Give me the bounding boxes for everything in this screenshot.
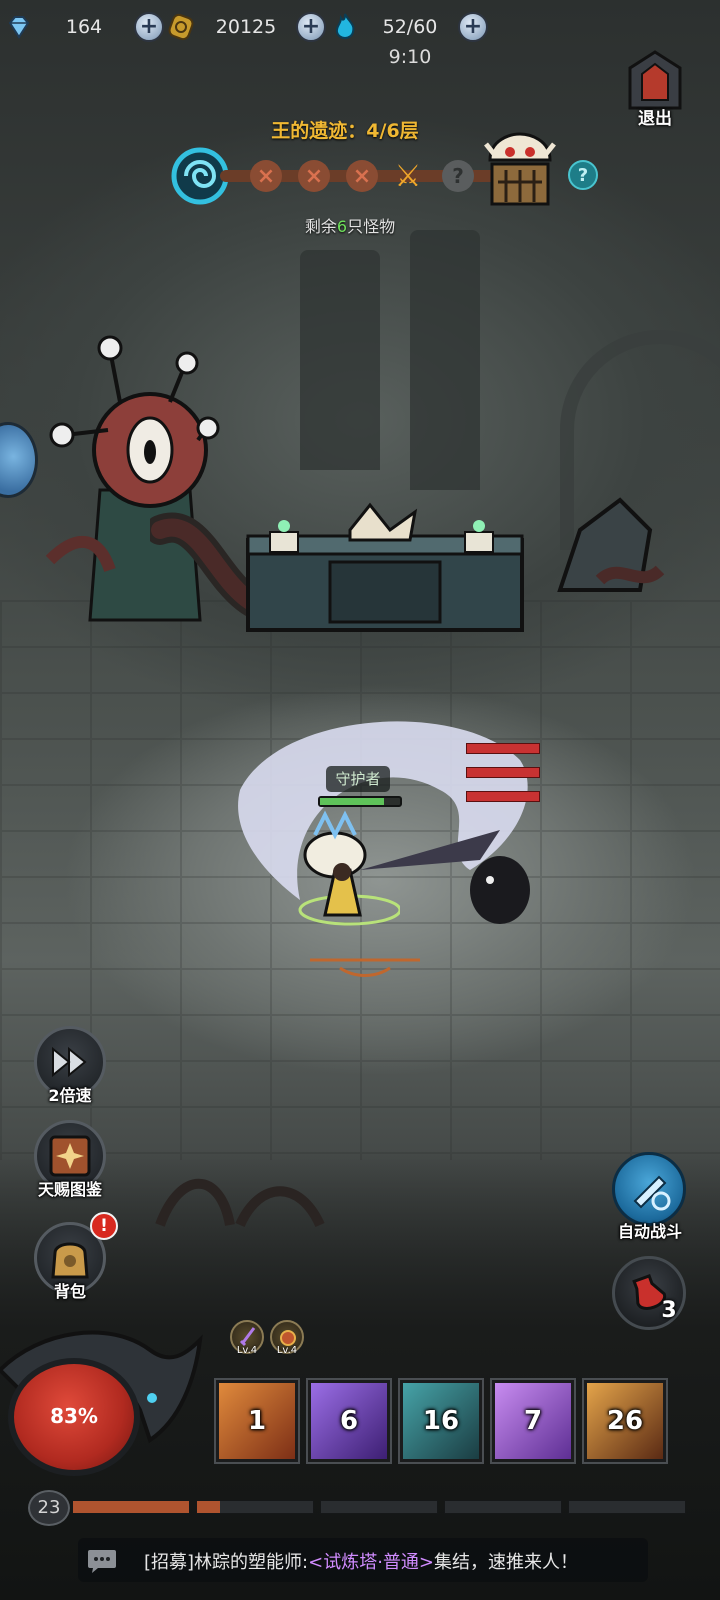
skill-cooldown: 6 — [339, 1406, 359, 1436]
enemy-health-bar — [466, 791, 540, 802]
xp-segment — [72, 1500, 190, 1514]
floor-node-locked: ? — [442, 160, 474, 192]
ruin-pillar — [300, 250, 380, 470]
xp-segment — [196, 1500, 314, 1514]
skill-bar: 1 6 16 7 26 — [214, 1378, 676, 1466]
floor-progress: × × × ⚔ ? ? — [170, 132, 600, 214]
help-button[interactable]: ? — [568, 160, 598, 190]
skill-cooldown: 1 — [247, 1406, 267, 1436]
skill-slot-5[interactable]: 26 — [582, 1378, 668, 1464]
auto-battle-label: 自动战斗 — [617, 1222, 682, 1241]
add-gold-button[interactable]: + — [296, 12, 326, 42]
chat-bubble-icon — [88, 1550, 116, 1573]
gold-counter: 20125 — [166, 10, 296, 44]
skill-slot-1[interactable]: 1 — [214, 1378, 300, 1464]
speed-label: 2倍速 — [48, 1086, 92, 1105]
auto-battle-icon — [633, 1175, 671, 1211]
skill-slot-3[interactable]: 16 — [398, 1378, 484, 1464]
health-percent: 83% — [50, 1404, 98, 1428]
exit-button[interactable]: 退出 — [620, 50, 690, 132]
floor-rune — [310, 958, 420, 977]
energy-value: 52/60 — [382, 16, 438, 38]
exit-label: 退出 — [638, 109, 672, 129]
add-energy-button[interactable]: + — [458, 12, 488, 42]
add-gems-button[interactable]: + — [134, 12, 164, 42]
blue-flame-icon — [330, 12, 360, 42]
chat-highlight: <试炼塔·普通> — [308, 1552, 434, 1573]
codex-label: 天赐图鉴 — [37, 1180, 102, 1199]
remaining-monsters: 剩余6只怪物 — [270, 213, 430, 237]
player-level: 23 — [28, 1490, 70, 1526]
xp-segment-fill — [73, 1501, 189, 1513]
gem-icon — [4, 12, 34, 42]
skill-cooldown: 7 — [523, 1406, 543, 1436]
skill-cooldown: 26 — [606, 1406, 644, 1436]
floor-node-current: ⚔ — [394, 158, 422, 194]
gem-counter: 164 — [4, 10, 134, 44]
bag-label: 背包 — [53, 1282, 86, 1301]
energy-counter: 52/60 — [330, 10, 460, 44]
resource-bar: 164 + 20125 + 52/60 + — [0, 0, 720, 56]
xp-segment — [568, 1500, 686, 1514]
exit-door-icon — [628, 50, 682, 110]
gem-value: 164 — [65, 16, 103, 38]
remaining-suffix: 只怪物 — [347, 217, 396, 236]
chat-suffix: 集结，速推来人！ — [434, 1552, 578, 1573]
shadow-enemy — [470, 856, 530, 924]
floor-node-cleared: × — [298, 160, 330, 192]
passive-level: Lv.4 — [276, 1345, 298, 1356]
skill-slot-2[interactable]: 6 — [306, 1378, 392, 1464]
chat-prefix: [招募]林踪的塑能师: — [144, 1552, 309, 1573]
hero-name-tag: 守护者 — [326, 766, 390, 792]
skill-slot-4[interactable]: 7 — [490, 1378, 576, 1464]
altar — [246, 502, 524, 632]
hero-character — [298, 810, 400, 926]
root-decoration — [155, 1178, 325, 1228]
auto-battle-button[interactable] — [612, 1152, 686, 1226]
bag-alert-badge: ! — [90, 1212, 118, 1240]
gold-value: 20125 — [215, 16, 277, 38]
hero-health-bar — [318, 796, 402, 807]
enemy-health-bar — [466, 767, 540, 778]
xp-segment — [320, 1500, 438, 1514]
potion-count: 3 — [661, 1298, 677, 1323]
remaining-prefix: 剩余 — [304, 217, 337, 236]
enemy-health-bar — [466, 743, 540, 754]
hero-health-fill — [320, 798, 384, 805]
floor-node-cleared: × — [346, 160, 378, 192]
broken-statue — [557, 497, 665, 592]
ruin-pillar — [410, 230, 480, 490]
passive-level: Lv.4 — [236, 1345, 258, 1356]
floor-node-cleared: × — [250, 160, 282, 192]
xp-segment — [444, 1500, 562, 1514]
chat-message: [招募]林踪的塑能师:<试炼塔·普通>集结，速推来人！ — [144, 1548, 644, 1574]
xp-segment-fill — [197, 1501, 221, 1513]
skill-cooldown: 16 — [422, 1406, 460, 1436]
gold-coin-icon — [166, 12, 196, 42]
boss-gate-icon — [484, 132, 556, 206]
energy-timer: 9:10 — [388, 46, 432, 68]
remaining-count: 6 — [336, 217, 348, 236]
